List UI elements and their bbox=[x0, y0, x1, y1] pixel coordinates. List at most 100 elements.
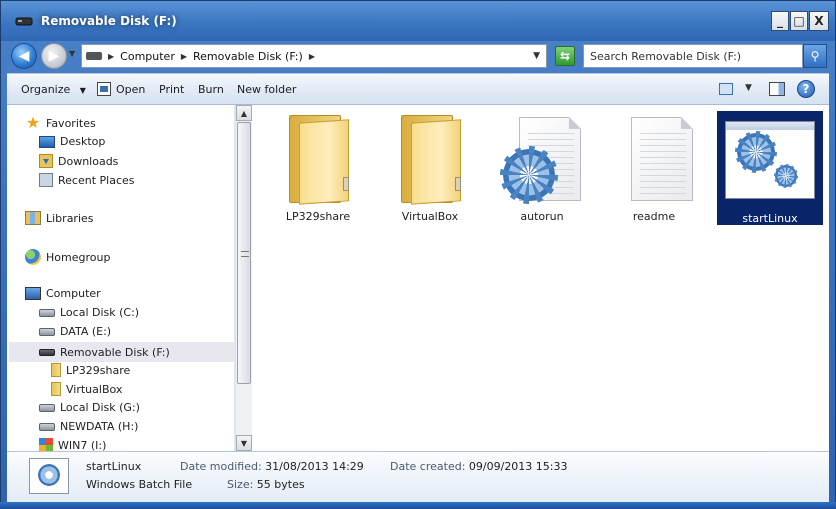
folder-icon bbox=[51, 382, 61, 396]
address-row: ◀ ▶ ▼ ▶ Computer ▶ Removable Disk (F:) ▶… bbox=[7, 41, 829, 71]
file-item-readme[interactable]: readme bbox=[601, 109, 707, 223]
breadcrumb: ▶ Computer ▶ Removable Disk (F:) ▶ bbox=[108, 50, 315, 63]
drive-icon bbox=[39, 308, 55, 317]
nav-favorites[interactable]: ★ Favorites bbox=[25, 115, 96, 131]
nav-local-disk-c[interactable]: Local Disk (C:) bbox=[39, 306, 139, 319]
gear-icon bbox=[499, 145, 559, 205]
refresh-icon: ⇆ bbox=[559, 49, 571, 63]
refresh-button[interactable]: ⇆ bbox=[555, 46, 575, 66]
nav-data-e[interactable]: DATA (E:) bbox=[39, 325, 111, 338]
folder-icon bbox=[401, 115, 463, 205]
minimize-button[interactable]: _ bbox=[771, 11, 789, 31]
nav-libraries[interactable]: Libraries bbox=[25, 211, 94, 225]
nav-lp329share[interactable]: LP329share bbox=[51, 363, 130, 377]
burn-button[interactable]: Burn bbox=[198, 83, 224, 96]
homegroup-icon bbox=[25, 249, 41, 265]
nav-recent-places[interactable]: Recent Places bbox=[39, 173, 135, 187]
breadcrumb-computer[interactable]: Computer bbox=[120, 50, 175, 63]
folder-icon bbox=[51, 363, 61, 377]
gear-small-icon bbox=[773, 163, 799, 189]
gear-icon bbox=[36, 462, 62, 488]
scroll-up-button[interactable]: ▲ bbox=[236, 105, 252, 121]
chevron-right-icon[interactable]: ▶ bbox=[181, 52, 187, 61]
details-value: 55 bytes bbox=[256, 478, 305, 491]
gear-icon bbox=[734, 130, 778, 174]
address-bar[interactable]: ▶ Computer ▶ Removable Disk (F:) ▶ ▼ bbox=[81, 44, 547, 68]
libraries-icon bbox=[25, 211, 41, 225]
details-date-modified: Date modified: 31/08/2013 14:29 bbox=[180, 460, 364, 473]
file-item-lp329share[interactable]: LP329share bbox=[265, 109, 371, 223]
title-bar[interactable]: Removable Disk (F:) _ □ X bbox=[1, 1, 835, 41]
batch-file-icon bbox=[29, 458, 69, 494]
details-value: 31/08/2013 14:29 bbox=[265, 460, 364, 473]
downloads-icon bbox=[39, 154, 53, 168]
drive-icon bbox=[39, 422, 55, 431]
preview-pane-icon[interactable] bbox=[769, 82, 785, 96]
details-date-created: Date created: 09/09/2013 15:33 bbox=[390, 460, 568, 473]
help-button[interactable]: ? bbox=[797, 80, 815, 98]
file-label: readme bbox=[632, 210, 676, 223]
back-button[interactable]: ◀ bbox=[11, 43, 37, 69]
folder-icon bbox=[289, 115, 351, 205]
nav-label: Desktop bbox=[60, 135, 106, 148]
search-button[interactable]: ⚲ bbox=[803, 44, 827, 68]
drive-icon bbox=[15, 15, 33, 27]
organize-label: Organize bbox=[21, 83, 71, 96]
details-pane: startLinux Windows Batch File Date modif… bbox=[7, 451, 829, 503]
file-item-startlinux[interactable]: startLinux bbox=[717, 111, 823, 225]
file-label: LP329share bbox=[285, 210, 351, 223]
nav-newdata-h[interactable]: NEWDATA (H:) bbox=[39, 420, 138, 433]
print-button[interactable]: Print bbox=[159, 83, 184, 96]
nav-label: Local Disk (C:) bbox=[60, 306, 140, 319]
nav-homegroup[interactable]: Homegroup bbox=[25, 249, 110, 265]
details-file-name: startLinux bbox=[86, 460, 142, 473]
grip-icon bbox=[241, 251, 249, 257]
nav-label: Recent Places bbox=[58, 173, 135, 187]
forward-button[interactable]: ▶ bbox=[41, 43, 67, 69]
file-label: autorun bbox=[520, 210, 564, 223]
chevron-right-icon[interactable]: ▶ bbox=[108, 52, 114, 61]
nav-label: Local Disk (G:) bbox=[60, 401, 140, 414]
view-options-dropdown[interactable]: ▼ bbox=[745, 83, 752, 93]
drive-icon bbox=[39, 403, 55, 412]
explorer-window: Removable Disk (F:) _ □ X ◀ ▶ ▼ ▶ Comput… bbox=[0, 0, 836, 509]
nav-local-disk-g[interactable]: Local Disk (G:) bbox=[39, 401, 140, 414]
nav-win7-i[interactable]: WIN7 (I:) bbox=[39, 438, 106, 451]
arrow-right-icon: ▶ bbox=[48, 48, 60, 64]
nav-label: VirtualBox bbox=[66, 382, 123, 396]
details-label: Size: bbox=[227, 478, 254, 491]
drive-icon bbox=[39, 327, 55, 336]
star-icon: ★ bbox=[25, 113, 41, 132]
nav-virtualbox[interactable]: VirtualBox bbox=[51, 382, 122, 396]
nav-label: Computer bbox=[46, 287, 101, 300]
drive-icon bbox=[86, 52, 102, 60]
file-item-autorun[interactable]: autorun bbox=[489, 109, 595, 223]
taskbar-strip bbox=[0, 502, 836, 509]
navigation-scrollbar[interactable]: ▲ ▼ bbox=[235, 105, 252, 451]
desktop-icon bbox=[39, 135, 55, 148]
nav-desktop[interactable]: Desktop bbox=[39, 135, 105, 148]
maximize-button[interactable]: □ bbox=[790, 11, 808, 31]
computer-icon bbox=[25, 287, 41, 300]
search-input[interactable]: Search Removable Disk (F:) bbox=[583, 44, 803, 68]
file-item-virtualbox[interactable]: VirtualBox bbox=[377, 109, 483, 223]
scroll-down-button[interactable]: ▼ bbox=[236, 435, 252, 451]
arrow-left-icon: ◀ bbox=[18, 48, 30, 64]
new-folder-button[interactable]: New folder bbox=[237, 83, 296, 96]
open-button[interactable]: Open bbox=[116, 83, 145, 96]
navigation-pane: ★ Favorites Desktop Downloads Recent Pla… bbox=[7, 105, 235, 451]
file-label: startLinux bbox=[742, 212, 798, 225]
details-label: Date modified: bbox=[180, 460, 262, 473]
nav-downloads[interactable]: Downloads bbox=[39, 154, 118, 168]
nav-removable-disk-f[interactable]: Removable Disk (F:) bbox=[9, 342, 234, 362]
recent-pages-dropdown[interactable]: ▼ bbox=[69, 49, 75, 58]
scroll-thumb[interactable] bbox=[237, 122, 251, 384]
close-button[interactable]: X bbox=[809, 11, 829, 31]
nav-computer[interactable]: Computer bbox=[25, 287, 101, 300]
change-view-icon[interactable] bbox=[719, 83, 733, 95]
organize-button[interactable]: Organize ▼ bbox=[21, 83, 86, 96]
chevron-right-icon[interactable]: ▶ bbox=[309, 52, 315, 61]
breadcrumb-removable-disk[interactable]: Removable Disk (F:) bbox=[193, 50, 303, 63]
caption-buttons: _ □ X bbox=[771, 11, 829, 31]
address-history-dropdown[interactable]: ▼ bbox=[533, 51, 540, 61]
